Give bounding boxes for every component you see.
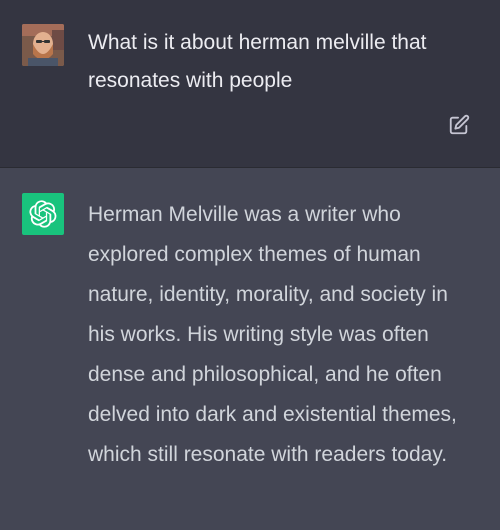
user-avatar xyxy=(22,24,64,66)
assistant-message: Herman Melville was a writer who explore… xyxy=(0,168,500,530)
chatgpt-logo-icon xyxy=(22,193,64,235)
openai-logo-icon xyxy=(29,200,57,228)
chat-thread: What is it about herman melville that re… xyxy=(0,0,500,530)
user-avatar-photo xyxy=(22,24,64,66)
user-message-text: What is it about herman melville that re… xyxy=(88,31,427,92)
edit-button[interactable] xyxy=(446,112,472,138)
edit-icon xyxy=(449,114,470,135)
assistant-message-text: Herman Melville was a writer who explore… xyxy=(88,203,457,466)
user-message: What is it about herman melville that re… xyxy=(0,0,500,168)
